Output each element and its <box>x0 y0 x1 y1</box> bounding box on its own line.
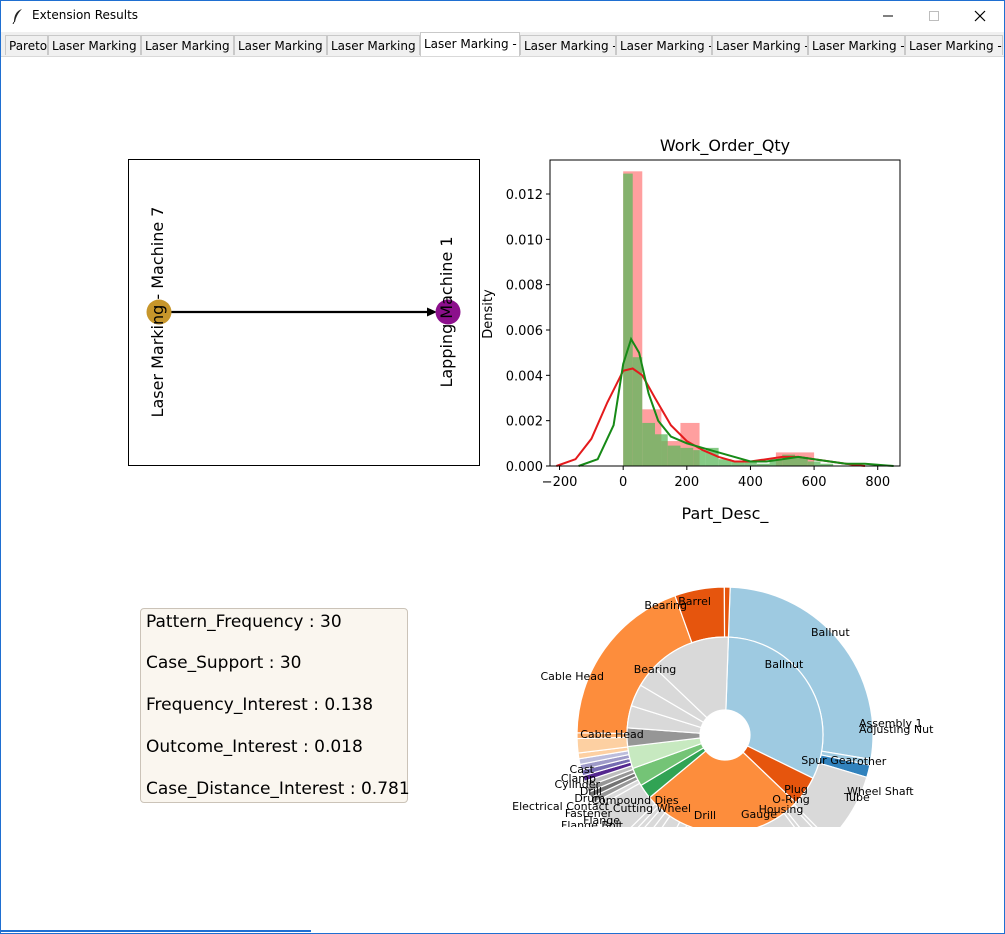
x-tick-label: 0 <box>619 475 627 490</box>
y-tick-label: 0.012 <box>506 188 543 203</box>
tab-result-7[interactable]: Laser Marking - N <box>616 35 712 55</box>
case-distance-interest: Case_Distance_Interest : 0.781 <box>146 779 410 799</box>
feather-app-icon <box>12 9 22 24</box>
pie-inner-label: Spur Gear <box>801 754 857 767</box>
process-graph: Laser Marking - Machine 7 Lapping Machin… <box>128 159 480 466</box>
histogram-bar <box>642 422 655 466</box>
pie-inner-label: Drill <box>694 809 716 822</box>
y-tick-label: 0.004 <box>506 369 543 384</box>
x-tick-label: 400 <box>738 475 763 490</box>
histogram-bar <box>623 173 633 466</box>
maximize-button[interactable] <box>911 1 957 31</box>
x-tick-label: 600 <box>802 475 827 490</box>
pie-inner-label: Cable Head <box>580 728 644 741</box>
tab-result-1[interactable]: Laser Marking - <box>48 35 141 55</box>
part-desc-pie-chart: Part_Desc_ BallnutAssembly 1Adjusting Nu… <box>512 504 934 827</box>
tab-result-2[interactable]: Laser Marking - <box>141 35 234 55</box>
pie-outer-label: Cable Head <box>541 670 605 683</box>
tab-result-10[interactable]: Laser Marking - N <box>905 35 1003 55</box>
graph-node-target-label: Lapping Machine 1 <box>437 236 456 387</box>
tab-result-6[interactable]: Laser Marking - N <box>520 35 616 55</box>
y-tick-label: 0.010 <box>506 233 543 248</box>
histogram-bar <box>667 445 681 466</box>
window-bottom-accent <box>1 930 311 932</box>
pattern-frequency: Pattern_Frequency : 30 <box>146 612 342 632</box>
y-tick-label: 0.000 <box>506 460 543 475</box>
frequency-interest: Frequency_Interest : 0.138 <box>146 695 374 715</box>
pie-outer-label: Barrel <box>678 595 711 608</box>
title-bar: Extension Results <box>1 1 1004 31</box>
pie-inner-label: Bearing <box>634 663 677 676</box>
graph-node-source-label: Laser Marking - Machine 7 <box>148 207 167 418</box>
pie-inner-label: Ballnut <box>765 658 804 671</box>
pie-outer-label: Tube <box>843 791 870 804</box>
y-tick-label: 0.006 <box>506 324 543 339</box>
minimize-button[interactable] <box>865 1 911 31</box>
histogram-bar <box>655 434 668 466</box>
extension-results-window: Extension Results Pareto Laser Marking -… <box>0 0 1005 934</box>
tab-result-8[interactable]: Laser Marking - N <box>712 35 808 55</box>
pie-title: Part_Desc_ <box>682 504 770 524</box>
pie-inner-label: Plug <box>784 783 808 796</box>
tab-pareto[interactable]: Pareto <box>5 35 48 55</box>
histogram-frame <box>549 159 901 467</box>
tab-result-4[interactable]: Laser Marking - N <box>327 35 420 55</box>
case-support: Case_Support : 30 <box>146 653 302 673</box>
pie-inner-label: Cutting Wheel <box>613 802 691 815</box>
work-order-qty-histogram: Work_Order_Qty Density −200 0 200 400 600 800… <box>481 136 901 490</box>
outcome-interest: Outcome_Interest : 0.018 <box>146 737 363 757</box>
x-tick-label: 800 <box>865 475 890 490</box>
tab-result-9[interactable]: Laser Marking - N <box>808 35 905 55</box>
histogram-bar <box>680 447 694 466</box>
tab-result-5-active[interactable]: Laser Marking - M <box>420 32 520 56</box>
close-icon <box>974 10 986 22</box>
y-tick-label: 0.008 <box>506 279 543 294</box>
histogram-bar <box>807 461 821 466</box>
pie-outer-label: Adjusting Nut <box>859 723 934 736</box>
tab-result-3[interactable]: Laser Marking - <box>234 35 327 55</box>
tab-bar: Pareto Laser Marking - Laser Marking - L… <box>1 32 1004 57</box>
minimize-icon <box>883 15 893 17</box>
pie-outer-label: Ballnut <box>811 626 850 639</box>
maximize-icon <box>929 11 939 21</box>
pie-outer-label: Cast <box>570 763 595 776</box>
histogram-title: Work_Order_Qty <box>660 136 790 156</box>
pie-outer-label: other <box>857 755 887 768</box>
window-title: Extension Results <box>32 8 139 22</box>
y-tick-label: 0.002 <box>506 415 543 430</box>
results-content: Laser Marking - Machine 7 Lapping Machin… <box>1 57 1004 931</box>
x-tick-label: −200 <box>542 475 578 490</box>
histogram-bar <box>693 450 706 466</box>
histogram-y-axis-label: Density <box>481 289 496 339</box>
pattern-metrics-box: Pattern_Frequency : 30 Case_Support : 30… <box>140 608 410 803</box>
x-tick-label: 200 <box>674 475 699 490</box>
close-button[interactable] <box>957 1 1003 31</box>
